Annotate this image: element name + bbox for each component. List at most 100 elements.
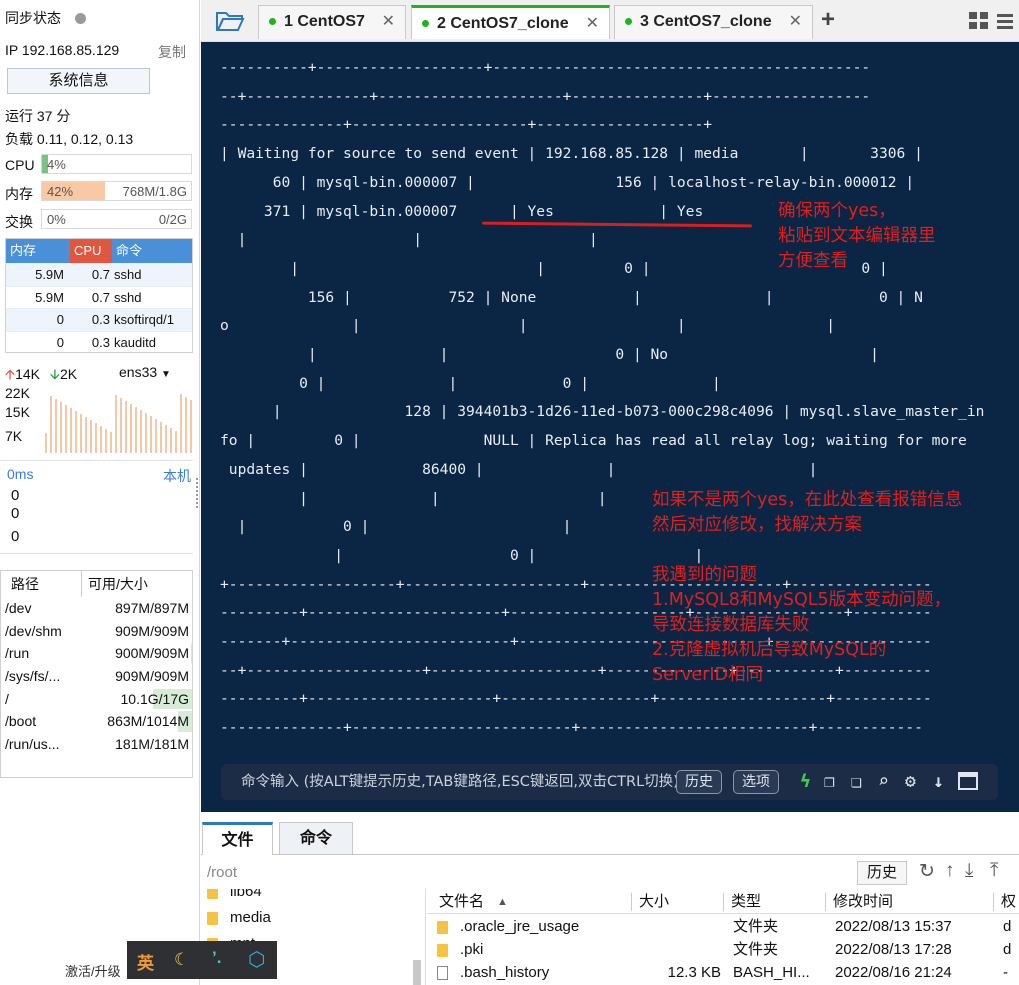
grid-view-icon[interactable] [969,12,989,30]
disk-row[interactable]: /run/us... 181M/181M [1,733,192,756]
process-row[interactable]: 0 0.3 ksoftirqd/1 [6,308,192,331]
disk-path-header[interactable]: 路径 [1,571,81,597]
cpu-value: 4% [47,157,66,172]
download-icon[interactable]: ⤓ [965,860,973,882]
disk-size-value: 181M/181M [115,736,189,753]
sidebar-resize-handle[interactable] [196,478,199,508]
maximize-icon[interactable] [958,770,978,794]
process-row[interactable]: 5.9M 0.7 sshd [6,285,192,309]
file-name: .pki [460,941,484,958]
copy-icon[interactable]: ❐ [824,770,835,794]
history-button[interactable]: 历史 [676,770,722,794]
gear-icon[interactable]: ⚙ [905,770,916,794]
close-icon[interactable]: ✕ [789,6,802,38]
tree-item[interactable]: lib64 [207,889,262,900]
tab-files[interactable]: 文件 [202,822,273,855]
refresh-icon[interactable]: ↻ [919,860,935,883]
iface-select[interactable]: ens33 ▼ [119,364,171,380]
lightning-icon[interactable]: ϟ [800,770,811,794]
search-icon[interactable]: ⌕ [878,770,889,794]
net-graph-bar [75,411,77,453]
ping-val-3: 0 [11,528,20,545]
disk-size: 897M/897M [96,597,192,620]
path-history-button[interactable]: 历史 [857,861,907,885]
disk-row[interactable]: /run 900M/909M [1,642,192,665]
col-cpu-header[interactable]: CPU [70,239,112,263]
file-row[interactable]: .oracle_jre_usage 文件夹 2022/08/13 15:37 d [427,915,1017,938]
net-graph-bar [175,431,177,453]
tree-item[interactable]: media [207,909,271,926]
terminal[interactable]: ----------+-------------------+---------… [201,42,1019,812]
net-graph-bar [190,400,192,453]
file-column-header[interactable]: 权 [1001,889,1016,915]
paste-icon[interactable]: ❏ [851,770,862,794]
disk-row[interactable]: /dev 897M/897M [1,597,192,620]
net-graph-bar [150,416,152,453]
ime-lang[interactable]: 英 [137,949,154,974]
net-graph-bar [165,425,167,453]
process-row[interactable]: 0 0.3 kauditd [6,330,192,354]
moon-icon[interactable]: ☾ [174,950,189,970]
disk-row[interactable]: /sys/fs/... 909M/909M [1,665,192,688]
tab-commands[interactable]: 命令 [279,822,353,854]
options-button[interactable]: 选项 [733,770,779,794]
column-divider[interactable] [723,893,724,911]
add-tab-icon[interactable]: + [821,6,835,34]
ping-host[interactable]: 本机 [163,466,191,486]
file-mtime: 2022/08/13 17:28 [835,941,952,958]
file-column-header[interactable]: 类型 [731,889,761,915]
file-column-header[interactable]: 修改时间 [833,889,893,915]
arrow-down-icon[interactable]: ↓ [933,770,944,794]
disk-size-header[interactable]: 可用/大小 [81,571,192,597]
terminal-line: | | | [220,489,607,507]
disk-size-value: 10.1G/17G [120,690,190,707]
ping-val-1: 0 [11,487,20,504]
file-column-header[interactable]: 文件名 [439,889,484,915]
process-mem: 0 [56,334,64,350]
disk-row[interactable]: / 10.1G/17G [1,688,192,711]
session-tab-bar: 1 CentOS7 ✕ 2 CentOS7_clone ✕ 3 CentOS7_… [201,0,1019,42]
column-divider[interactable] [631,893,632,911]
activate-link[interactable]: 激活/升级 [65,961,121,980]
net-graph-bar [100,426,102,453]
file-column-header[interactable]: 大小 [639,889,669,915]
disk-size: 181M/181M [96,733,192,756]
settings-hex-icon[interactable]: ⬡ [248,947,265,972]
process-row[interactable]: 5.9M 0.7 sshd [6,263,192,286]
disk-row[interactable]: /boot 863M/1014M [1,710,192,733]
tab-label: 2 CentOS7_clone [437,15,569,32]
file-row[interactable]: .bash_history 12.3 KB BASH_HI... 2022/08/16… [427,961,1017,984]
net-tick-2: 15K [5,404,30,420]
upload-icon[interactable]: ⤒ [990,860,998,882]
terminal-line: | | 0 | No | [220,346,879,363]
folder-open-icon[interactable] [215,10,245,35]
menu-icon[interactable] [997,12,1013,30]
copy-ip-button[interactable]: 复制 [158,42,186,62]
col-cmd-header[interactable]: 命令 [112,239,192,263]
ime-toolbar: 英 ☾ ’. ⬡ [127,941,277,979]
folder-icon [207,889,218,899]
sort-asc-icon[interactable]: ▲ [497,889,508,915]
up-dir-icon[interactable]: ↑ [945,860,955,882]
col-mem-header[interactable]: 内存 [6,239,70,263]
sync-status[interactable]: 同步状态 [5,8,86,28]
command-input[interactable]: 命令输入 (按ALT键提示历史,TAB键路径,ESC键返回,双击CTRL切换) [241,764,689,800]
tab-centos7[interactable]: 1 CentOS7 ✕ [258,5,406,39]
close-icon[interactable]: ✕ [382,6,395,38]
tab-centos7-clone-3[interactable]: 3 CentOS7_clone ✕ [614,5,813,39]
folder-icon [437,943,448,957]
sync-dot-icon [74,13,86,24]
punctuation-icon[interactable]: ’. [212,948,221,968]
file-row[interactable]: .pki 文件夹 2022/08/13 17:28 d [427,938,1017,961]
ping-val-2: 0 [11,505,20,522]
tab-centos7-clone-2[interactable]: 2 CentOS7_clone ✕ [411,5,610,39]
column-divider[interactable] [993,893,994,911]
terminal-line: 156 | 752 | None | | 0 | N [220,288,923,306]
close-icon[interactable]: ✕ [586,8,599,40]
column-divider[interactable] [825,893,826,911]
disk-row[interactable]: /dev/shm 909M/909M [1,620,192,643]
sysinfo-button[interactable]: 系统信息 [7,68,150,94]
tree-scrollbar[interactable] [413,960,421,985]
net-graph-bar [155,419,157,453]
path-input[interactable]: /root [207,862,847,884]
